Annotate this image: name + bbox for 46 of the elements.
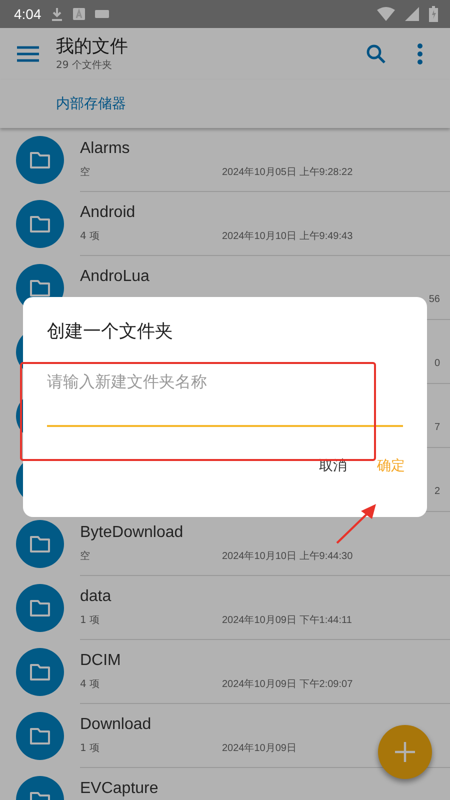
folder-icon (16, 200, 64, 248)
plus-icon (394, 741, 416, 763)
modified-date: 2024年10月09日 下午1:44:11 (222, 614, 352, 626)
folder-name[interactable]: EVCapture (80, 780, 158, 796)
folder-icon (16, 584, 64, 632)
keyboard-icon (95, 10, 110, 18)
menu-icon (17, 46, 39, 62)
item-count: 4 项 (80, 230, 101, 242)
pointer-arrow (336, 503, 378, 545)
modified-date: 2024年10月10日 上午9:44:30 (222, 550, 353, 562)
item-count: 空 (80, 550, 91, 562)
status-time: 4:04 (14, 6, 42, 22)
dialog-title: 创建一个文件夹 (47, 320, 174, 343)
item-count: 空 (80, 166, 91, 178)
wifi-icon (377, 7, 395, 21)
folder-name[interactable]: ByteDownload (80, 524, 184, 540)
folder-count: 29 个文件夹 (56, 58, 113, 72)
folder-icon (16, 648, 64, 696)
folder-name[interactable]: Android (80, 204, 136, 220)
folder-icon (16, 520, 64, 568)
more-icon (417, 43, 423, 65)
item-count: 1 项 (80, 742, 101, 754)
modified-date: 0 (434, 358, 440, 369)
modified-date: 2024年10月05日 上午9:28:22 (222, 166, 353, 178)
folder-name[interactable]: DCIM (80, 652, 121, 668)
download-icon (51, 7, 64, 21)
modified-date: 7 (434, 422, 440, 433)
folder-name[interactable]: Alarms (80, 140, 130, 156)
modified-date: 2024年10月09日 下午2:09:07 (222, 678, 353, 690)
folder-icon (16, 712, 64, 760)
modified-date: 56 (428, 294, 440, 305)
folder-icon (16, 136, 64, 184)
keyboard-a-icon (73, 8, 86, 20)
folder-name[interactable]: Download (80, 716, 152, 732)
modified-date: 2024年10月10日 上午9:49:43 (222, 230, 353, 242)
folder-name[interactable]: AndroLua (80, 268, 150, 284)
item-count: 1 项 (80, 614, 101, 626)
modified-date: 2024年10月09日 (222, 742, 296, 754)
item-count: 4 项 (80, 678, 101, 690)
breadcrumb-link[interactable]: 内部存储器 (50, 95, 132, 113)
battery-icon (429, 6, 438, 22)
modified-date: 2 (434, 486, 440, 497)
folder-name[interactable]: data (80, 588, 112, 604)
search-icon (366, 44, 386, 64)
signal-icon (405, 7, 419, 21)
toolbar-title: 我的文件 (56, 36, 129, 58)
